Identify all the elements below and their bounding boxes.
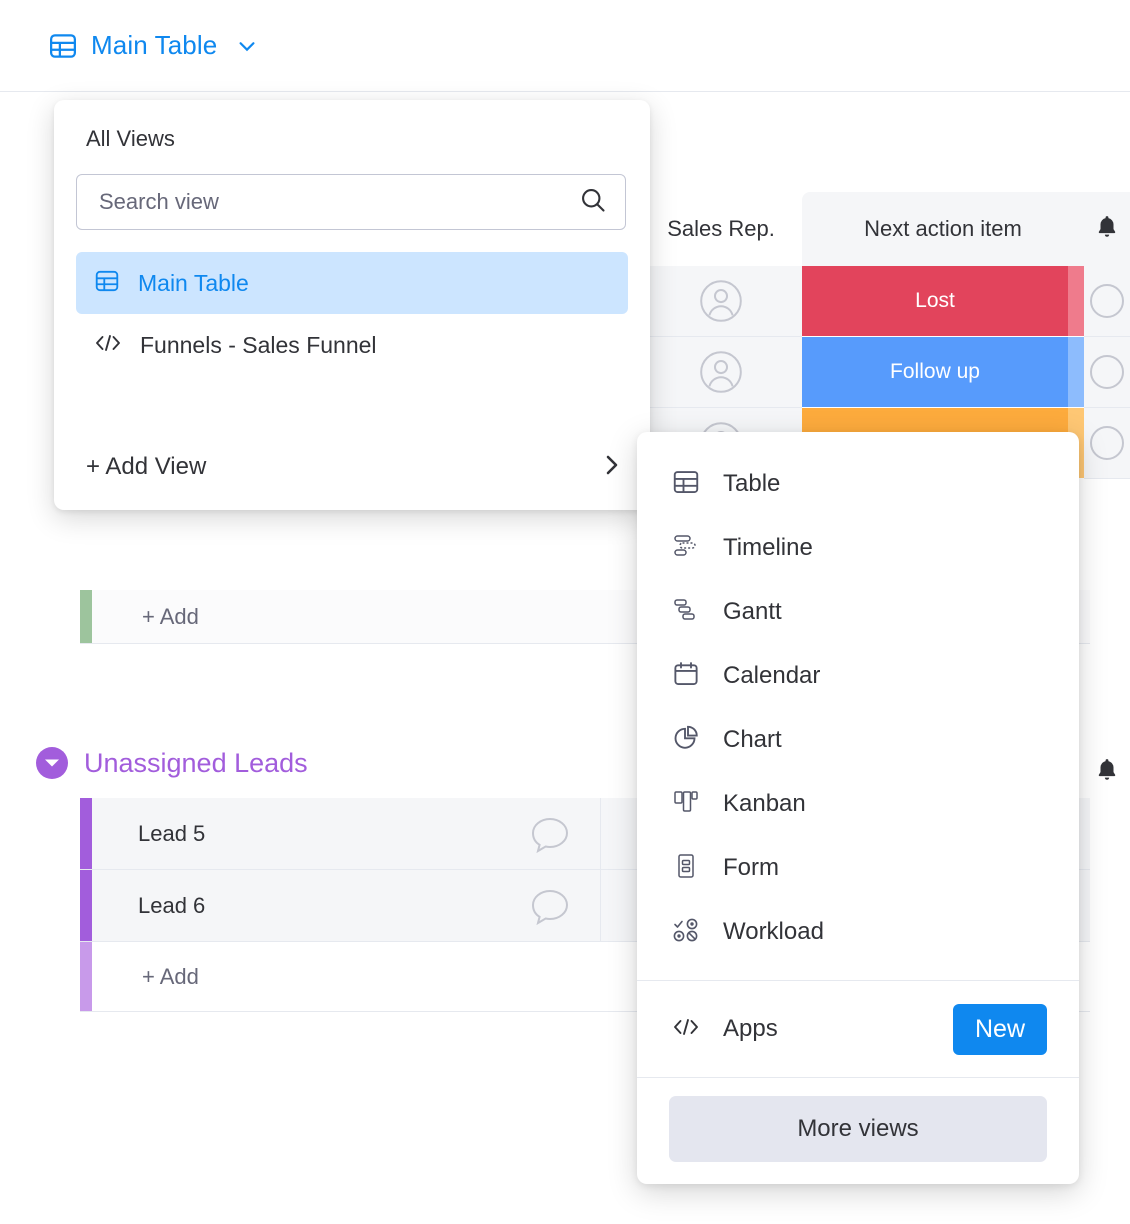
add-view-button[interactable]: + Add View (54, 424, 650, 510)
workload-icon (671, 915, 701, 950)
chevron-down-circle-icon[interactable] (36, 747, 68, 779)
group-color-bar (80, 870, 92, 941)
status-label: Lost (915, 289, 955, 312)
views-list-item-label: Main Table (138, 269, 249, 296)
top-bar: Main Table (0, 0, 1130, 92)
calendar-icon (671, 659, 701, 694)
views-list-item-main-table[interactable]: Main Table (76, 252, 628, 314)
group-bell-icon[interactable] (1084, 750, 1130, 790)
view-type-gantt[interactable]: Gantt (637, 580, 1079, 644)
add-view-submenu: Table Timeline Gantt Calendar Chart Kanb… (637, 432, 1079, 1184)
cell-sales-rep[interactable] (640, 266, 802, 337)
circle-icon (1090, 284, 1124, 318)
view-type-calendar[interactable]: Calendar (637, 644, 1079, 708)
cell-status[interactable]: Lost (802, 266, 1068, 337)
table-icon (94, 268, 120, 299)
code-icon (671, 1016, 701, 1043)
column-divider (600, 798, 601, 869)
column-header-next-action-item[interactable]: Next action item (802, 192, 1084, 266)
apps-label: Apps (723, 1015, 778, 1042)
views-panel-title: All Views (86, 126, 175, 151)
more-views-section: More views (637, 1077, 1079, 1184)
cell-sales-rep[interactable] (640, 337, 802, 408)
column-header-label: Next action item (864, 216, 1022, 241)
view-type-timeline[interactable]: Timeline (637, 516, 1079, 580)
views-list-item-label: Funnels - Sales Funnel (140, 331, 377, 358)
add-view-label: + Add View (86, 453, 207, 480)
comment-icon[interactable] (530, 816, 570, 854)
cell-status[interactable]: Follow up (802, 337, 1068, 408)
view-type-label: Calendar (723, 662, 821, 689)
view-type-apps[interactable]: Apps New (637, 981, 1079, 1077)
search-input[interactable] (99, 189, 579, 215)
group-title: Unassigned Leads (84, 747, 308, 778)
add-row-label: + Add (142, 603, 199, 629)
new-badge[interactable]: New (952, 1003, 1047, 1055)
views-list-item-funnels-sales-funnel[interactable]: Funnels - Sales Funnel (76, 314, 628, 376)
view-type-label: Timeline (723, 534, 813, 561)
view-type-label: Workload (723, 918, 824, 945)
view-type-form[interactable]: Form (637, 836, 1079, 900)
circle-icon (1090, 426, 1124, 460)
views-dropdown-panel: All Views Main Table (54, 100, 650, 510)
column-header-notifications[interactable] (1084, 192, 1130, 266)
bell-icon (1094, 213, 1120, 246)
group-color-bar (80, 942, 92, 1011)
current-view-name: Main Table (91, 30, 218, 60)
gantt-icon (671, 595, 701, 630)
column-divider (600, 870, 601, 941)
view-type-label: Kanban (723, 790, 806, 817)
circle-icon (1090, 355, 1124, 389)
cell-checkbox[interactable] (1084, 266, 1130, 337)
view-type-chart[interactable]: Chart (637, 708, 1079, 772)
status-label: Follow up (890, 360, 980, 383)
view-type-workload[interactable]: Workload (637, 900, 1079, 964)
view-type-label: Table (723, 470, 781, 497)
search-view-field[interactable] (76, 174, 626, 230)
lead-name: Lead 6 (138, 892, 206, 918)
table-row[interactable]: Lost (640, 266, 1130, 337)
view-type-label: Form (723, 854, 779, 881)
status-edge (1068, 337, 1084, 408)
add-row-label: + Add (142, 963, 199, 989)
app-stage: Sales Rep. Next action item Lost Follow … (0, 0, 1130, 1224)
more-views-button[interactable]: More views (669, 1096, 1047, 1162)
chevron-down-icon[interactable] (230, 35, 258, 57)
avatar-icon (699, 279, 743, 323)
avatar-icon (699, 350, 743, 394)
kanban-icon (671, 787, 701, 822)
code-icon (94, 332, 122, 359)
form-icon (671, 851, 701, 886)
timeline-icon (671, 531, 701, 566)
view-type-label: Gantt (723, 598, 782, 625)
cell-checkbox[interactable] (1084, 337, 1130, 408)
cell-checkbox[interactable] (1084, 408, 1130, 479)
search-icon[interactable] (579, 186, 607, 219)
column-header-sales-rep[interactable]: Sales Rep. (640, 192, 802, 266)
view-type-label: Chart (723, 726, 782, 753)
view-switcher-button[interactable]: Main Table (48, 30, 258, 61)
table-icon (48, 31, 78, 61)
lead-name: Lead 5 (138, 820, 206, 846)
group-color-bar (80, 590, 92, 643)
table-row[interactable]: Follow up (640, 337, 1130, 408)
status-edge (1068, 266, 1084, 337)
chart-pie-icon (671, 723, 701, 758)
chevron-right-icon (602, 451, 622, 484)
comment-icon[interactable] (530, 888, 570, 926)
table-icon (671, 467, 701, 502)
column-header-label: Sales Rep. (667, 216, 775, 241)
view-type-table[interactable]: Table (637, 452, 1079, 516)
view-type-kanban[interactable]: Kanban (637, 772, 1079, 836)
view-type-list: Table Timeline Gantt Calendar Chart Kanb… (637, 432, 1079, 964)
group-color-bar (80, 798, 92, 869)
